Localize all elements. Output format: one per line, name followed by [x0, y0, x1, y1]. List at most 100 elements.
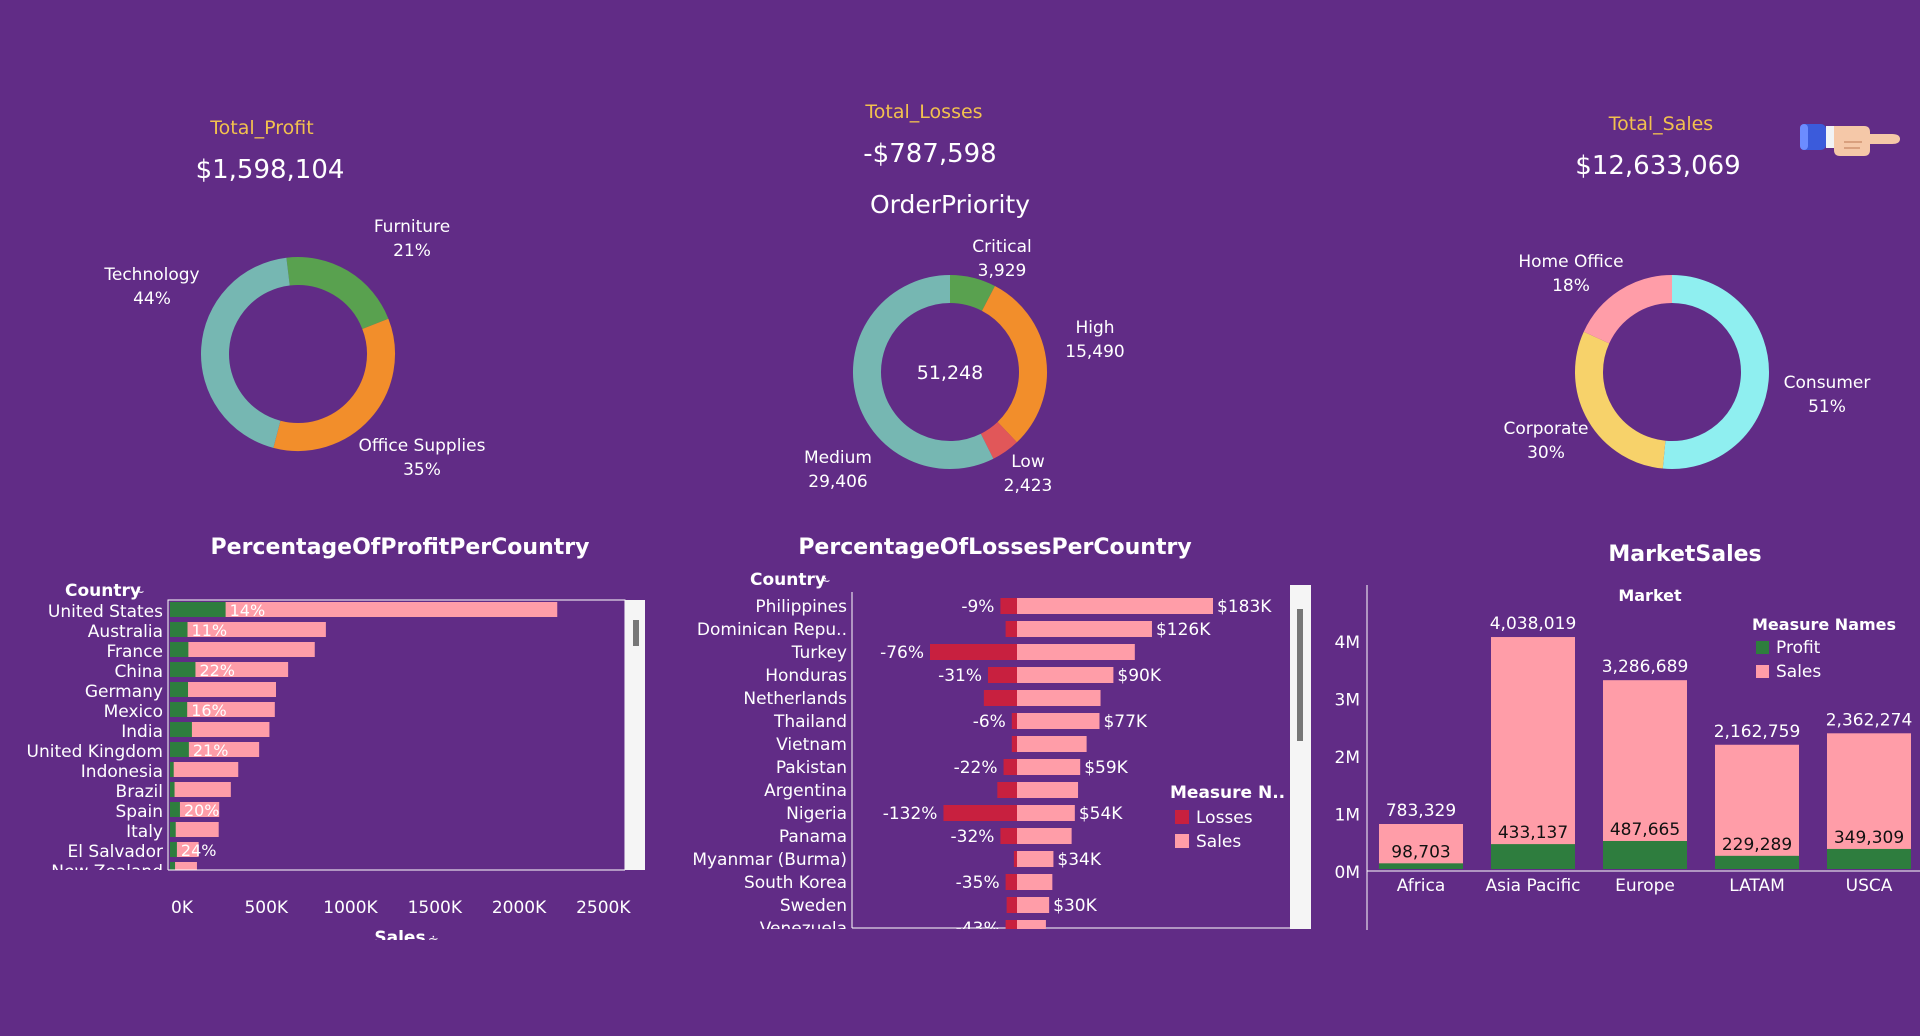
- losses-sales-label: $30K: [1053, 896, 1097, 916]
- category-donut-slice: [201, 257, 291, 448]
- profit-x-tick: 2000K: [492, 898, 547, 918]
- losses-sales-bar: [1017, 667, 1114, 683]
- losses-country-label: Turkey: [791, 643, 847, 663]
- sales-legend-label: Sales: [1196, 832, 1241, 852]
- losses-scrollbar-thumb: [1297, 609, 1303, 741]
- losses-sales-bar: [1017, 713, 1100, 729]
- losses-loss-bar: [1003, 759, 1017, 775]
- category-donut-slice: [273, 318, 395, 451]
- profit-profit-bar: [170, 802, 180, 817]
- profit-x-tick: 500K: [244, 898, 288, 918]
- losses-country-label: South Korea: [744, 873, 847, 893]
- market-legend-label: Profit: [1776, 638, 1821, 658]
- profit-country-label: Brazil: [116, 782, 163, 802]
- market-sales-label: 4,038,019: [1490, 614, 1577, 634]
- profit-chart-title: PercentageOfProfitPerCountry: [210, 535, 590, 560]
- losses-sales-label: $126K: [1156, 620, 1211, 640]
- profit-percent-label: 22%: [199, 661, 235, 680]
- losses-loss-bar: [1011, 713, 1017, 729]
- profit-country-label: Indonesia: [81, 762, 163, 782]
- losses-percent-label: -9%: [961, 597, 994, 617]
- market-legend-title: Measure Names: [1752, 615, 1896, 634]
- profit-sales-bar: [170, 602, 558, 617]
- market-category-label: Europe: [1615, 876, 1675, 896]
- profit-scrollbar-thumb: [633, 620, 639, 646]
- order-priority-donut-value: 3,929: [978, 261, 1027, 281]
- segment-donut-label: Consumer: [1784, 373, 1871, 393]
- losses-legend-label: Losses: [1196, 808, 1253, 828]
- segment-donut-label: Corporate: [1504, 419, 1589, 439]
- market-legend-label: Sales: [1776, 662, 1821, 682]
- losses-row-header: Country: [750, 570, 826, 590]
- market-sales-title: MarketSales: [1608, 542, 1762, 567]
- order-priority-donut-center-label: 51,248: [917, 362, 983, 384]
- market-sales-label: 2,162,759: [1714, 722, 1801, 742]
- losses-percent-label: -35%: [956, 873, 1000, 893]
- losses-country-label: Thailand: [773, 712, 847, 732]
- segment-donut-value: 18%: [1552, 276, 1590, 296]
- profit-profit-bar: [170, 622, 188, 637]
- losses-loss-bar: [1006, 897, 1017, 913]
- market-y-tick: 4M: [1335, 633, 1360, 653]
- segment-donut-label: Home Office: [1518, 252, 1623, 272]
- losses-filter-icon: ⩪: [820, 574, 831, 589]
- losses-loss-bar: [1000, 828, 1017, 844]
- market-profit-label: 349,309: [1834, 828, 1904, 848]
- losses-percent-label: -6%: [973, 712, 1006, 732]
- market-category-label: Asia Pacific: [1485, 876, 1580, 896]
- profit-country-label: Italy: [126, 822, 163, 842]
- market-profit-bar: [1379, 863, 1463, 869]
- market-sales-bar: [1603, 680, 1687, 869]
- losses-sales-bar: [1017, 598, 1213, 614]
- profit-country-label: Australia: [88, 622, 163, 642]
- losses-sales-label: $34K: [1057, 850, 1101, 870]
- profit-profit-bar: [170, 782, 175, 797]
- losses-percent-label: -31%: [938, 666, 982, 686]
- losses-sales-bar: [1017, 805, 1075, 821]
- losses-percent-label: -132%: [883, 804, 938, 824]
- profit-percent-label: 20%: [184, 801, 220, 820]
- profit-profit-bar: [170, 742, 189, 757]
- profit-percent-label: 16%: [191, 701, 227, 720]
- losses-loss-bar: [943, 805, 1017, 821]
- losses-country-label: Panama: [779, 827, 847, 847]
- profit-percent-label: 21%: [193, 741, 229, 760]
- profit-per-country-chart: Country⩪United States 14%Australia 11%Fran…: [0, 581, 660, 940]
- losses-sales-bar: [1017, 759, 1081, 775]
- category-donut-value: 44%: [133, 289, 171, 309]
- category-donut-label: Furniture: [374, 217, 450, 237]
- profit-country-label: India: [121, 722, 163, 742]
- segment-donut-slice: [1575, 331, 1666, 469]
- profit-country-label: United States: [48, 602, 163, 622]
- profit-profit-bar: [170, 642, 189, 657]
- order-priority-donut-label: Low: [1011, 452, 1045, 472]
- losses-country-label: Honduras: [765, 666, 847, 686]
- profit-percent-label: 14%: [230, 601, 266, 620]
- profit-profit-bar: [170, 762, 174, 777]
- market-sales-label: 3,286,689: [1602, 657, 1689, 677]
- losses-country-label: Pakistan: [776, 758, 847, 778]
- profit-sales-bar: [170, 782, 231, 797]
- profit-sales-bar: [170, 822, 219, 837]
- market-y-tick: 0M: [1335, 863, 1360, 883]
- losses-loss-bar: [1005, 874, 1017, 890]
- losses-clip-mask: [660, 929, 1320, 940]
- profit-sales-bar: [170, 642, 315, 657]
- category-donut-label: Technology: [103, 265, 199, 285]
- profit-x-tick: 1000K: [323, 898, 378, 918]
- market-profit-bar: [1715, 855, 1799, 869]
- losses-country-label: Nigeria: [786, 804, 847, 824]
- losses-country-label: Netherlands: [743, 689, 847, 709]
- losses-loss-bar: [1000, 598, 1017, 614]
- losses-loss-bar: [1011, 736, 1017, 752]
- category-donut-label: Office Supplies: [359, 436, 486, 456]
- profit-x-tick: 0K: [171, 898, 194, 918]
- market-y-tick: 2M: [1335, 748, 1360, 768]
- losses-country-label: Argentina: [764, 781, 847, 801]
- profit-profit-bar: [170, 722, 192, 737]
- profit-country-label: Spain: [116, 802, 164, 822]
- losses-sales-label: $90K: [1117, 666, 1161, 686]
- order-priority-donut-value: 15,490: [1065, 342, 1124, 362]
- segment-donut-slice: [1583, 275, 1673, 344]
- losses-percent-label: -22%: [954, 758, 998, 778]
